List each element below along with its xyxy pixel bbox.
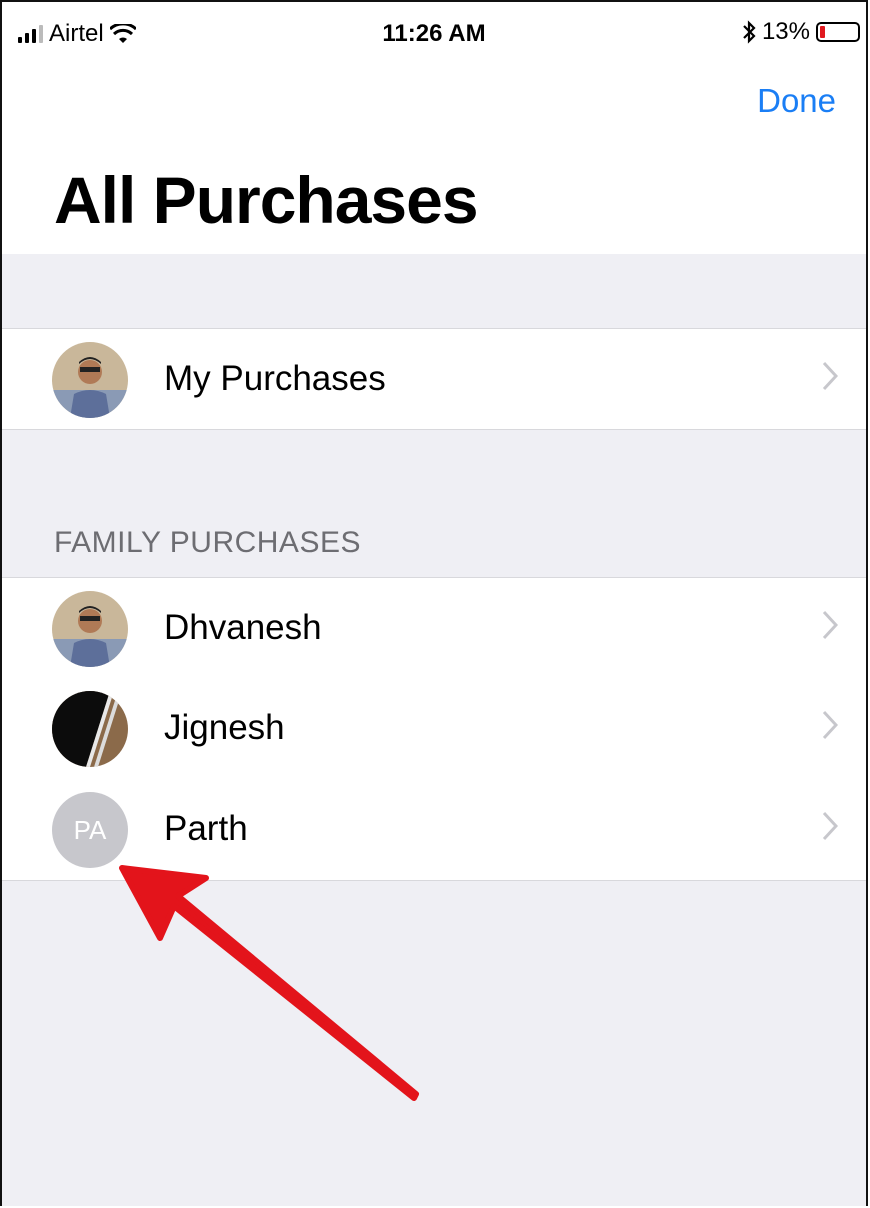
screen: Airtel 11:26 AM 13% Done All Purchases M… [0, 0, 868, 1206]
red-arrow-annotation [119, 865, 419, 1101]
